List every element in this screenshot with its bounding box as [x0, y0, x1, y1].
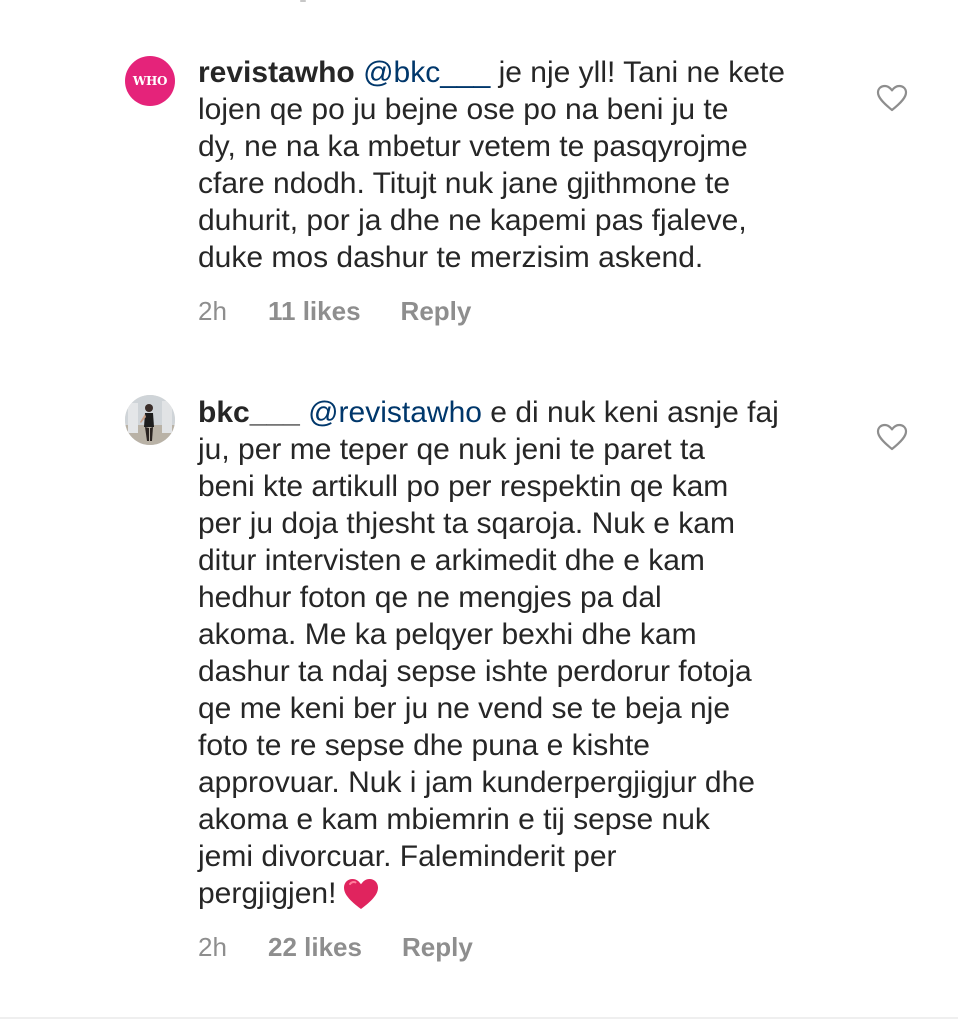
like-comment-button[interactable]	[876, 423, 910, 453]
comment-text-line: je nje yll! Tani ne kete	[498, 56, 785, 89]
scroll-remnant	[300, 0, 306, 2]
comment-text-line: foto te re sepse dhe puna e kishte	[198, 729, 650, 762]
profile-photo-image	[125, 395, 175, 445]
reply-button[interactable]: Reply	[402, 932, 473, 963]
red-heart-icon	[344, 879, 379, 909]
comment-text-line: dashur ta ndaj sepse ishte perdorur foto…	[198, 655, 752, 688]
comment-text-line: duhurit, por ja dhe ne kapemi pas fjalev…	[198, 204, 747, 237]
comment-text-line: ditur intervisten e arkimedit dhe e kam	[198, 544, 705, 577]
comment-meta: 2h 11 likes Reply	[198, 296, 471, 327]
comment-text-line: jemi divorcuar. Faleminderit per	[198, 840, 617, 873]
avatar-revistawho[interactable]: WHO	[125, 56, 175, 106]
comment-text-line: akoma e kam mbiemrin e tij sepse nuk	[198, 803, 710, 836]
avatar-bkc[interactable]	[125, 395, 175, 445]
comment-text-line: akoma. Me ka pelqyer bexhi dhe kam	[198, 618, 697, 651]
who-logo-text: WHO	[132, 74, 168, 88]
comment-text-line: per ju doja thjesht ta sqaroja. Nuk e ka…	[198, 507, 735, 540]
comment-text-line: pergjigjen!	[198, 877, 337, 910]
comment-text-line: qe me keni ber ju ne vend se te beja nje	[198, 692, 731, 725]
comment-text-line: e di nuk keni asnje faj	[490, 396, 779, 429]
comment-text-block: revistawho @bkc___ je nje yll! Tani ne k…	[198, 54, 838, 276]
comment-meta: 2h 22 likes Reply	[198, 932, 473, 963]
comment-text-line: lojen qe po ju bejne ose po na beni ju t…	[198, 93, 729, 126]
comment-likes[interactable]: 22 likes	[268, 932, 362, 963]
comment-text-line: approvuar. Nuk i jam kunderpergjigjur dh…	[198, 766, 755, 799]
comment-text-line: beni kte artikull po per respektin qe ka…	[198, 470, 729, 503]
comment-username[interactable]: revistawho	[198, 56, 355, 89]
comment-time[interactable]: 2h	[198, 932, 268, 963]
comment-text-line: dy, ne na ka mbetur vetem te pasqyrojme	[198, 130, 748, 163]
comment-mention[interactable]: @bkc___	[363, 56, 490, 89]
comment-text-line: duke mos dashur te merzisim askend.	[198, 241, 704, 274]
comment-text-line: ju, per me teper qe nuk jeni te paret ta	[198, 433, 705, 466]
reply-button[interactable]: Reply	[401, 296, 472, 327]
top-edge	[0, 0, 958, 6]
red-heart-emoji	[342, 877, 380, 920]
comment-likes[interactable]: 11 likes	[268, 296, 361, 327]
comment-text-block: bkc___ @revistawho e di nuk keni asnje f…	[198, 394, 838, 920]
comment-text-line: cfare ndodh. Titujt nuk jane gjithmone t…	[198, 167, 731, 200]
comment-time[interactable]: 2h	[198, 296, 268, 327]
comment-mention[interactable]: @revistawho	[308, 396, 482, 429]
comment-username[interactable]: bkc___	[198, 396, 300, 429]
heart-outline-icon	[876, 423, 908, 451]
like-comment-button[interactable]	[876, 84, 910, 114]
bottom-divider	[0, 1017, 958, 1019]
heart-outline-icon	[876, 84, 908, 112]
comment-text-line: hedhur foton qe ne mengjes pa dal	[198, 581, 662, 614]
